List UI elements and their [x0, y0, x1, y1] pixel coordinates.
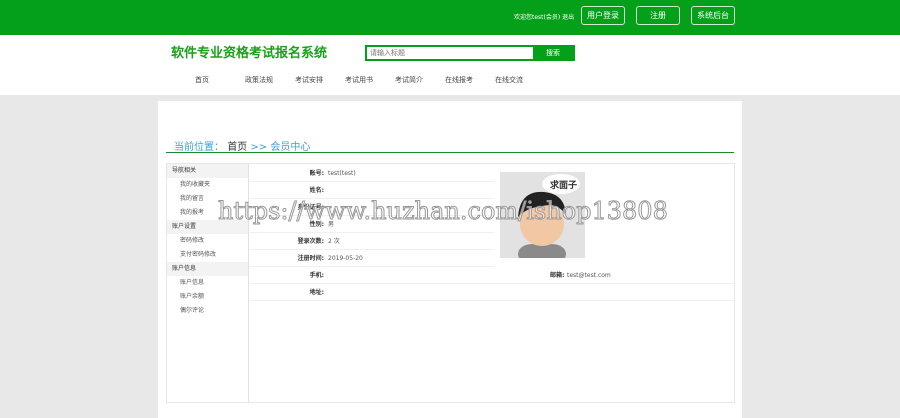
nav-intro[interactable]: 考试简介 [395, 75, 445, 85]
sidebar-item-comments[interactable]: 偶尔评论 [167, 304, 248, 318]
row-registered: 注册时间: 2019-05-20 [250, 250, 494, 267]
avatar-caption: 求面子 [550, 179, 577, 191]
sidebar-item-account-info[interactable]: 账户信息 [167, 276, 248, 290]
email-label: 邮箱: [550, 272, 565, 279]
main-content: 当前位置： 首页 >> 会员中心 导航相关 我的收藏夹 我的留言 我的报考 账户… [158, 101, 742, 418]
divider [166, 152, 734, 153]
sidebar-item-pay-password[interactable]: 支付密码修改 [167, 248, 248, 262]
label: 登录次数: [297, 238, 324, 245]
label: 注册时间: [297, 255, 324, 262]
sidebar-group-title: 导航相关 [167, 164, 248, 178]
nav-policy[interactable]: 政策法规 [245, 75, 295, 85]
search-bar: 搜索 [365, 45, 575, 61]
row-logins: 登录次数: 2 次 [250, 233, 494, 250]
breadcrumb: 当前位置： 首页 >> 会员中心 [174, 138, 310, 153]
sidebar-item-favorites[interactable]: 我的收藏夹 [167, 178, 248, 192]
row-address: 地址: [250, 284, 735, 301]
main-nav: 首页 政策法规 考试安排 考试用书 考试简介 在线报考 在线交流 [195, 75, 545, 85]
admin-button[interactable]: 系统后台 [691, 6, 735, 25]
nav-schedule[interactable]: 考试安排 [295, 75, 345, 85]
watermark: https://www.huzhan.com/ishop13808 [218, 197, 669, 226]
user-login-button[interactable]: 用户登录 [581, 6, 625, 25]
nav-forum[interactable]: 在线交流 [495, 75, 545, 85]
register-button[interactable]: 注册 [636, 6, 680, 25]
value: 2019-05-20 [328, 255, 363, 262]
top-bar: 欢迎您test(会员) 退出 用户登录 注册 系统后台 [0, 0, 900, 35]
welcome-text[interactable]: 欢迎您test(会员) 退出 [514, 12, 574, 21]
row-phone: 手机: 邮箱: test@test.com [250, 267, 735, 284]
site-title[interactable]: 软件专业资格考试报名系统 [171, 42, 327, 61]
label: 地址: [309, 289, 324, 296]
nav-home[interactable]: 首页 [195, 75, 245, 85]
label: 手机: [309, 272, 324, 279]
email-value: test@test.com [567, 272, 611, 279]
search-button[interactable]: 搜索 [533, 47, 573, 59]
nav-books[interactable]: 考试用书 [345, 75, 395, 85]
label: 账号: [309, 170, 324, 177]
value: test(test) [328, 170, 356, 177]
value: 2 次 [328, 238, 340, 245]
nav-apply[interactable]: 在线报考 [445, 75, 495, 85]
header: 软件专业资格考试报名系统 搜索 首页 政策法规 考试安排 考试用书 考试简介 在… [0, 35, 900, 95]
search-input[interactable] [367, 47, 533, 59]
sidebar-group-title: 账户信息 [167, 262, 248, 276]
sidebar-item-balance[interactable]: 账户余额 [167, 290, 248, 304]
sidebar-item-password[interactable]: 密码修改 [167, 234, 248, 248]
row-account: 账号: test(test) [250, 165, 494, 182]
